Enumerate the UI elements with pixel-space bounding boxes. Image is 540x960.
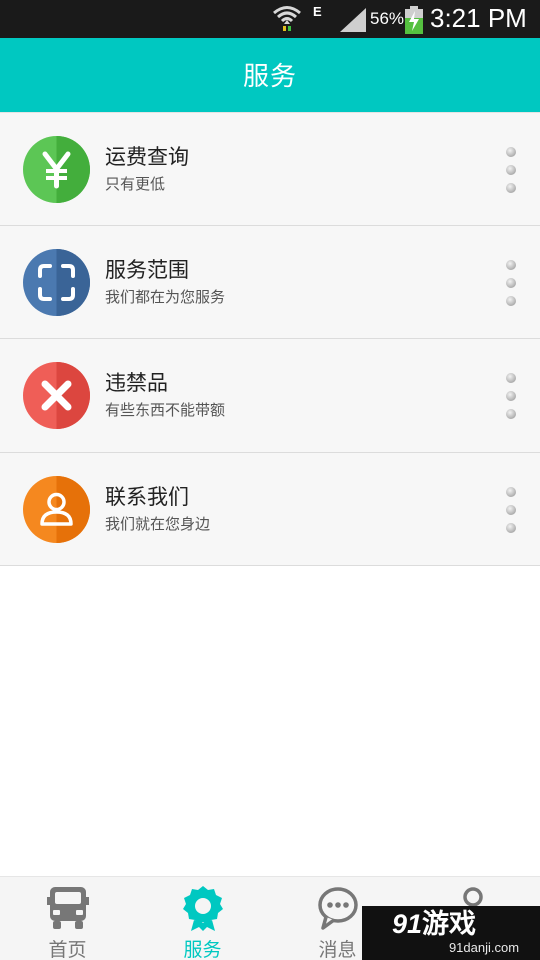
scan-frame-icon (23, 248, 90, 316)
clock: 3:21 PM (430, 3, 527, 33)
service-item-prohibited-items[interactable]: 违禁品 有些东西不能带额 (0, 339, 540, 453)
service-subtitle: 有些东西不能带额 (105, 401, 226, 419)
page-title: 服务 (242, 62, 297, 92)
more-options-icon[interactable] (502, 371, 520, 423)
battery-charging-icon (405, 6, 423, 34)
service-title: 联系我们 (105, 484, 189, 509)
status-bar: E 56% 3:21 PM (0, 0, 540, 38)
more-options-icon[interactable] (502, 485, 520, 537)
signal-icon (340, 8, 366, 32)
service-subtitle: 我们都在为您服务 (105, 287, 226, 306)
service-title: 违禁品 (105, 371, 168, 395)
svg-text:91游戏: 91游戏 (392, 909, 476, 940)
watermark-domain: 91danji.com (449, 940, 519, 955)
more-options-icon[interactable] (502, 258, 520, 310)
forbidden-x-icon (23, 362, 90, 429)
nav-item-home[interactable]: 首页 (0, 877, 135, 960)
service-item-service-area[interactable]: 服务范围 我们都在为您服务 (0, 225, 540, 339)
network-type-label: E (313, 4, 322, 19)
more-options-icon[interactable] (502, 145, 520, 197)
yen-icon (23, 136, 90, 203)
service-subtitle: 我们就在您身边 (105, 514, 211, 533)
truck-icon (47, 887, 89, 929)
badge-icon (183, 886, 223, 931)
service-item-freight-query[interactable]: 运费查询 只有更低 (0, 112, 540, 226)
contact-person-icon (23, 475, 90, 543)
service-item-contact-us[interactable]: 联系我们 我们就在您身边 (0, 452, 540, 566)
service-title: 服务范围 (105, 257, 189, 282)
watermark-logo: 91游戏 91danji.com (362, 906, 540, 960)
nav-item-service[interactable]: 服务 (135, 877, 270, 960)
service-title: 运费查询 (105, 145, 189, 169)
chat-bubble-icon (318, 887, 358, 930)
service-subtitle: 只有更低 (105, 175, 166, 193)
app-header: 服务 (0, 38, 540, 112)
nav-label: 服务 (183, 939, 222, 960)
battery-percent: 56% (370, 9, 405, 28)
wifi-icon (273, 6, 301, 31)
service-list: 运费查询 只有更低 服务范围 我们都在为您服务 违禁品 有些东西不能带额 联系我… (0, 112, 540, 566)
watermark-brand: 游戏 (422, 909, 476, 940)
nav-label: 首页 (48, 939, 87, 960)
